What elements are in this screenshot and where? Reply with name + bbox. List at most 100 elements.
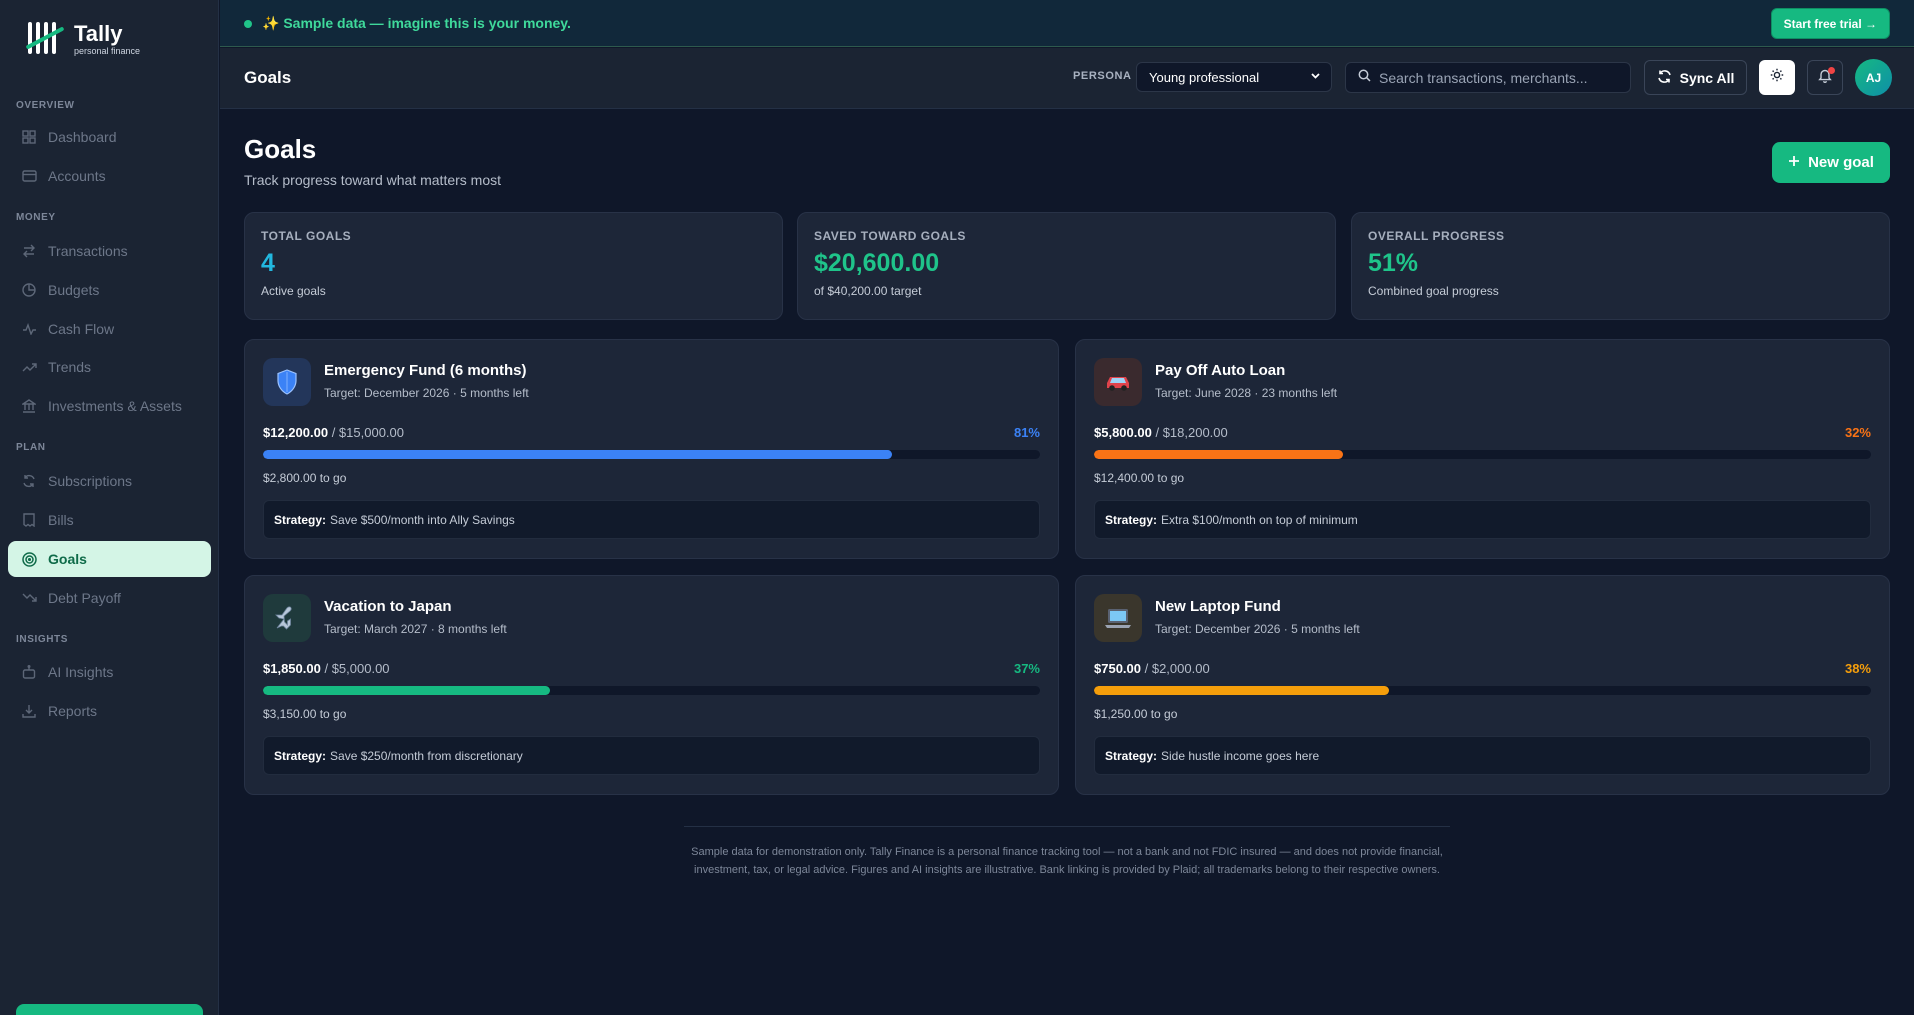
sidebar-item-label: Bills xyxy=(48,512,74,528)
stat-value: 4 xyxy=(261,249,275,277)
persona-label: PERSONA xyxy=(1073,70,1132,82)
brand-name: Tally xyxy=(74,20,123,46)
chevron-down-icon xyxy=(1310,70,1321,84)
page-title: Goals xyxy=(244,134,317,164)
sidebar-item-debt-payoff[interactable]: Debt Payoff xyxy=(8,580,211,616)
avatar[interactable]: AJ xyxy=(1855,59,1892,96)
goal-strategy: Strategy: Extra $100/month on top of mini… xyxy=(1094,500,1871,539)
strategy-text: Save $250/month from discretionary xyxy=(330,748,523,763)
sidebar-item-label: Budgets xyxy=(48,282,100,298)
robot-icon xyxy=(20,663,38,681)
pulse-icon xyxy=(20,320,38,338)
persona-value: Young professional xyxy=(1149,69,1260,85)
sidebar-item-goals[interactable]: Goals xyxy=(8,541,211,577)
goal-saved: $1,850.00 xyxy=(263,661,321,676)
sample-data-banner: ✨ Sample data — imagine this is your mon… xyxy=(220,0,1914,47)
footer-disclaimer: Sample data for demonstration only. Tall… xyxy=(691,846,1443,876)
goal-target: Target: December 2026 · 5 months left xyxy=(1155,622,1360,636)
goal-name: New Laptop Fund xyxy=(1155,598,1281,615)
goal-saved: $750.00 xyxy=(1094,661,1141,676)
new-goal-label: New goal xyxy=(1808,154,1874,171)
grid-icon xyxy=(20,128,38,146)
goal-saved: $12,200.00 xyxy=(263,425,329,440)
goal-progress-fill xyxy=(1094,686,1390,695)
goal-to-go: $3,150.00 to go xyxy=(263,707,347,721)
sidebar: Tally personal finance OVERVIEW Dashboar… xyxy=(0,0,219,1015)
strategy-text: Extra $100/month on top of minimum xyxy=(1161,512,1358,527)
stat-value: 51% xyxy=(1368,249,1419,277)
persona-select[interactable]: Young professional xyxy=(1136,62,1332,92)
sidebar-item-label: Debt Payoff xyxy=(48,590,121,606)
goal-card[interactable]: Vacation to Japan Target: March 2027 · 8… xyxy=(244,575,1059,795)
card-icon xyxy=(20,167,38,185)
sidebar-item-label: Accounts xyxy=(48,168,106,184)
goal-target: Target: June 2028 · 23 months left xyxy=(1155,386,1338,400)
car-icon xyxy=(1094,358,1142,406)
sidebar-item-label: AI Insights xyxy=(48,664,114,680)
plus-icon xyxy=(1788,154,1800,171)
header-title: Goals xyxy=(244,68,292,87)
new-goal-button[interactable]: New goal xyxy=(1772,142,1890,183)
goal-amount: $12,200.00 / $15,000.00 xyxy=(263,425,404,440)
footer-divider xyxy=(684,826,1450,827)
goal-card[interactable]: New Laptop Fund Target: December 2026 · … xyxy=(1075,575,1890,795)
goal-progress-bar xyxy=(263,686,1040,695)
refresh-icon xyxy=(1657,69,1672,87)
brand-tagline: personal finance xyxy=(74,45,141,56)
refresh-icon xyxy=(20,472,38,490)
notifications-button[interactable] xyxy=(1807,60,1843,95)
download-icon xyxy=(20,702,38,720)
goal-to-go: $2,800.00 to go xyxy=(263,471,347,485)
stat-sub: Active goals xyxy=(261,284,326,298)
notification-badge xyxy=(1828,67,1835,74)
start-free-trial-button[interactable]: Start free trial → xyxy=(1770,8,1890,39)
goal-percent: 32% xyxy=(1844,425,1871,440)
sidebar-item-label: Subscriptions xyxy=(48,473,133,489)
search-input[interactable]: Search transactions, merchants... xyxy=(1345,62,1631,93)
trend-up-icon xyxy=(20,358,38,376)
stat-card-saved: SAVED TOWARD GOALS $20,600.00 of $40,200… xyxy=(797,212,1336,320)
sidebar-item-accounts[interactable]: Accounts xyxy=(8,158,211,194)
sidebar-cta-button[interactable] xyxy=(16,1004,203,1015)
sidebar-item-dashboard[interactable]: Dashboard xyxy=(8,119,211,155)
search-icon xyxy=(1358,69,1371,87)
goal-strategy: Strategy: Save $250/month from discretion… xyxy=(263,736,1040,775)
goal-total: / $2,000.00 xyxy=(1144,661,1210,676)
stat-label: OVERALL PROGRESS xyxy=(1368,229,1505,243)
brand-logo[interactable]: Tally personal finance xyxy=(24,20,140,58)
stat-label: SAVED TOWARD GOALS xyxy=(814,229,966,243)
goal-name: Emergency Fund (6 months) xyxy=(324,362,527,379)
goal-progress-fill xyxy=(263,450,893,459)
status-dot-icon xyxy=(244,20,252,28)
sidebar-item-investments[interactable]: Investments & Assets xyxy=(8,388,211,424)
stat-label: TOTAL GOALS xyxy=(261,229,352,243)
sidebar-item-subscriptions[interactable]: Subscriptions xyxy=(8,463,211,499)
goal-target: Target: March 2027 · 8 months left xyxy=(324,622,507,636)
search-placeholder: Search transactions, merchants... xyxy=(1379,69,1588,86)
top-header: Goals PERSONA Young professional Search … xyxy=(220,48,1914,109)
goal-percent: 81% xyxy=(1013,425,1040,440)
sidebar-item-cash-flow[interactable]: Cash Flow xyxy=(8,311,211,347)
sidebar-item-reports[interactable]: Reports xyxy=(8,693,211,729)
tally-logo-icon xyxy=(24,20,66,58)
goal-total: / $18,200.00 xyxy=(1155,425,1228,440)
nav-section-money: MONEY xyxy=(16,212,56,223)
goal-card[interactable]: Pay Off Auto Loan Target: June 2028 · 23… xyxy=(1075,339,1890,559)
sidebar-item-ai-insights[interactable]: AI Insights xyxy=(8,654,211,690)
sidebar-item-transactions[interactable]: Transactions xyxy=(8,233,211,269)
theme-toggle-button[interactable] xyxy=(1759,60,1795,95)
goal-card[interactable]: Emergency Fund (6 months) Target: Decemb… xyxy=(244,339,1059,559)
stat-card-overall-progress: OVERALL PROGRESS 51% Combined goal progr… xyxy=(1351,212,1890,320)
pie-icon xyxy=(20,281,38,299)
trend-down-icon xyxy=(20,589,38,607)
receipt-icon xyxy=(20,511,38,529)
goal-amount: $1,850.00 / $5,000.00 xyxy=(263,661,390,676)
sidebar-item-budgets[interactable]: Budgets xyxy=(8,272,211,308)
sync-all-button[interactable]: Sync All xyxy=(1644,60,1747,95)
shield-icon xyxy=(263,358,311,406)
sidebar-item-trends[interactable]: Trends xyxy=(8,349,211,385)
sidebar-item-bills[interactable]: Bills xyxy=(8,502,211,538)
nav-section-plan: PLAN xyxy=(16,442,46,453)
goal-amount: $5,800.00 / $18,200.00 xyxy=(1094,425,1228,440)
nav-section-insights: INSIGHTS xyxy=(16,634,69,645)
